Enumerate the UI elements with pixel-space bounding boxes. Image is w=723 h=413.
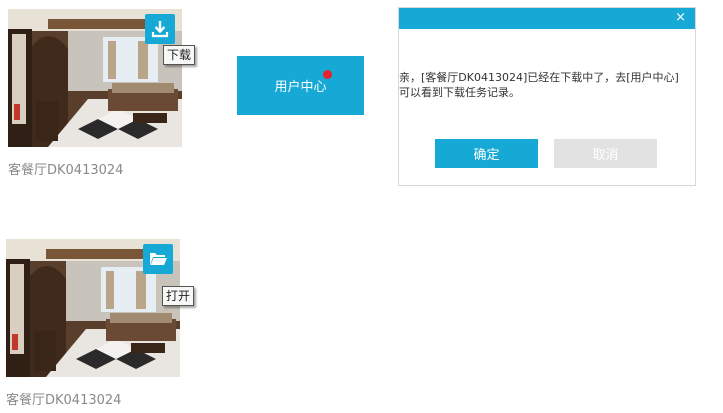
- dialog-header: ×: [399, 8, 695, 29]
- close-icon[interactable]: ×: [675, 11, 686, 25]
- dialog-message: 亲，[客餐厅DK0413024]已经在下载中了，去[用户中心] 可以看到下载任务…: [399, 70, 693, 100]
- open-folder-button[interactable]: [143, 244, 173, 274]
- dialog-message-line-2: 可以看到下载任务记录。: [399, 86, 520, 99]
- folder-icon: [150, 253, 167, 265]
- cancel-button[interactable]: 取消: [554, 139, 657, 168]
- download-notice-dialog: × 亲，[客餐厅DK0413024]已经在下载中了，去[用户中心] 可以看到下载…: [398, 7, 696, 186]
- user-center-button[interactable]: 用户中心: [237, 56, 364, 115]
- notification-dot-icon: [323, 70, 332, 79]
- download-button[interactable]: [145, 14, 175, 44]
- design-name[interactable]: 客餐厅DK0413024: [8, 159, 123, 178]
- confirm-button[interactable]: 确定: [435, 139, 538, 168]
- user-center-label: 用户中心: [274, 80, 327, 95]
- design-name[interactable]: 客餐厅DK0413024: [6, 389, 121, 408]
- open-tooltip: 打开: [162, 286, 195, 306]
- download-tooltip: 下载: [163, 45, 196, 65]
- dialog-message-line-1: 亲，[客餐厅DK0413024]已经在下载中了，去[用户中心]: [399, 71, 679, 84]
- download-icon: [151, 21, 169, 38]
